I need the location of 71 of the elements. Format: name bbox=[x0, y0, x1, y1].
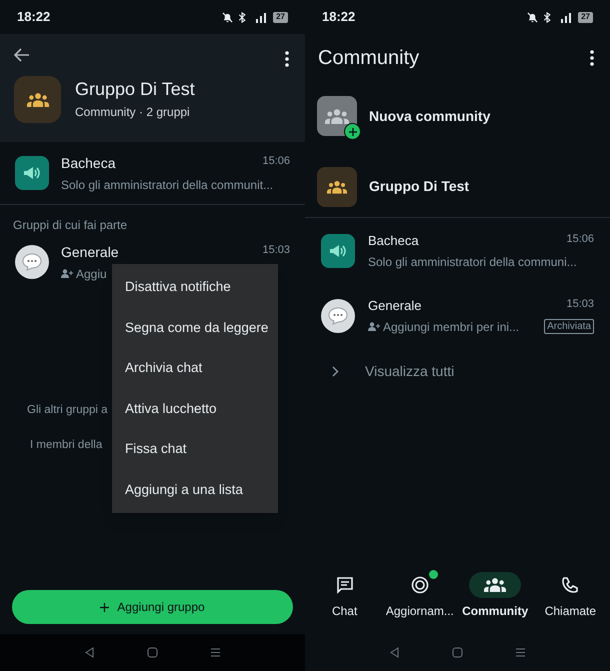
chat-name: Generale bbox=[368, 297, 422, 316]
chat-bubble-icon bbox=[22, 253, 42, 271]
add-group-button[interactable]: Aggiungi gruppo bbox=[12, 590, 293, 624]
plus-icon bbox=[100, 602, 110, 612]
people-icon bbox=[484, 577, 506, 593]
info-text: Gli altri gruppi a bbox=[27, 403, 108, 418]
back-nav-icon[interactable] bbox=[84, 647, 95, 658]
chat-name: Bacheca bbox=[368, 232, 419, 250]
nav-tab[interactable]: Community bbox=[458, 572, 533, 620]
home-nav-icon[interactable] bbox=[452, 647, 463, 658]
back-nav-icon[interactable] bbox=[389, 647, 400, 658]
menu-item[interactable]: Aggiungi a una lista bbox=[112, 470, 278, 510]
add-person-icon bbox=[61, 269, 73, 278]
chat-preview: Aggiungi membri per ini... bbox=[383, 318, 520, 336]
menu-item[interactable]: Attiva lucchetto bbox=[112, 388, 278, 429]
chat-row[interactable]: Generale 15:03 Aggiungi membri per ini... Archiviata bbox=[305, 284, 610, 348]
home-nav-icon[interactable] bbox=[147, 647, 158, 658]
menu-item[interactable]: Archivia chat bbox=[112, 348, 278, 388]
nav-tab[interactable]: Chiamate bbox=[532, 572, 608, 620]
chat-preview: Aggiu bbox=[76, 266, 107, 282]
chat-name: Bacheca bbox=[61, 154, 116, 172]
chat-icon bbox=[334, 576, 355, 594]
menu-item[interactable]: Segna come da leggere bbox=[112, 308, 278, 348]
new-community-label: Nuova community bbox=[369, 106, 490, 126]
community-row[interactable]: Gruppo Di Test bbox=[305, 156, 610, 218]
people-icon bbox=[327, 180, 347, 194]
menu-item[interactable]: Fissa chat bbox=[112, 429, 278, 470]
megaphone-icon bbox=[23, 166, 41, 180]
muted-bell-icon bbox=[222, 12, 234, 22]
add-person-icon bbox=[368, 322, 380, 332]
archived-badge: Archiviata bbox=[544, 319, 594, 334]
recents-nav-icon[interactable] bbox=[210, 647, 221, 658]
chat-preview: Solo gli amministratori della communi... bbox=[368, 254, 577, 271]
nav-tab[interactable]: Aggiornam... bbox=[382, 572, 458, 620]
recents-nav-icon[interactable] bbox=[515, 647, 526, 658]
chat-bubble-icon bbox=[328, 307, 348, 325]
chevron-right-icon bbox=[332, 366, 339, 376]
chat-time: 15:03 bbox=[262, 242, 290, 258]
community-name: Gruppo Di Test bbox=[369, 177, 470, 196]
chat-row[interactable]: Bacheca 15:06 Solo gli amministratori della communit... bbox=[0, 142, 305, 205]
status-time: 18:22 bbox=[322, 8, 356, 26]
new-community-row[interactable]: Nuova community bbox=[305, 86, 610, 146]
section-label: Gruppi di cui fai parte bbox=[12, 217, 128, 234]
chat-preview: Solo gli amministratori della communit... bbox=[61, 176, 274, 194]
bluetooth-icon bbox=[238, 12, 248, 22]
back-arrow-icon[interactable] bbox=[14, 48, 30, 62]
chat-name: Generale bbox=[61, 242, 119, 262]
battery-indicator: 27 bbox=[273, 12, 288, 22]
status-time: 18:22 bbox=[17, 8, 50, 26]
plus-icon bbox=[348, 128, 356, 136]
community-subtitle: Community · 2 gruppi bbox=[75, 104, 191, 122]
people-icon bbox=[325, 108, 349, 124]
chat-row[interactable]: Bacheca 15:06 Solo gli amministratori della communi... bbox=[305, 219, 610, 283]
bluetooth-icon bbox=[543, 12, 552, 22]
view-all-row[interactable]: Visualizza tutti bbox=[305, 349, 610, 393]
phone-icon bbox=[561, 576, 580, 594]
battery-indicator: 27 bbox=[578, 12, 593, 22]
status-ring-icon bbox=[410, 575, 430, 595]
more-options-icon[interactable] bbox=[285, 51, 289, 67]
muted-bell-icon bbox=[527, 12, 538, 22]
community-title: Gruppo Di Test bbox=[75, 78, 195, 100]
people-icon bbox=[26, 92, 48, 108]
more-options-icon[interactable] bbox=[590, 50, 594, 66]
chat-time: 15:06 bbox=[566, 232, 594, 248]
chat-time: 15:06 bbox=[262, 154, 290, 168]
info-text: I membri della bbox=[30, 438, 102, 454]
nav-tab[interactable]: Chat bbox=[307, 572, 382, 620]
megaphone-icon bbox=[329, 244, 347, 258]
menu-item[interactable]: Disattiva notifiche bbox=[112, 267, 278, 308]
page-title: Community bbox=[318, 46, 420, 71]
chat-time: 15:03 bbox=[566, 297, 594, 312]
